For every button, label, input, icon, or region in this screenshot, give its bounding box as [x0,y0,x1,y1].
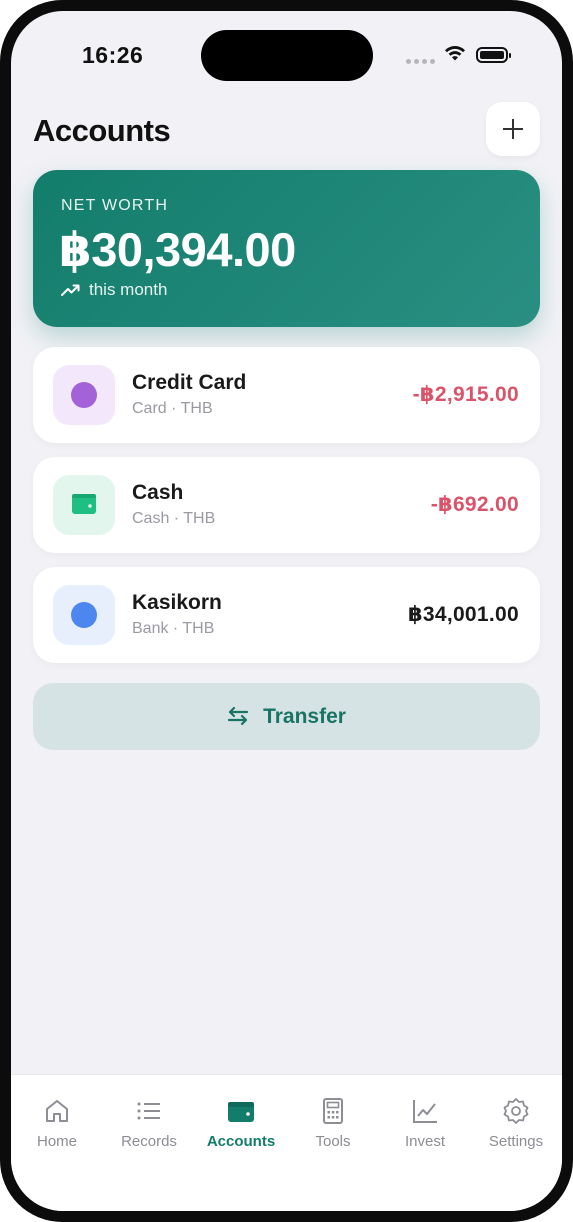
tab-records[interactable]: Records [103,1097,195,1150]
net-worth-trend: this month [61,280,167,300]
wallet-icon [72,494,96,514]
tab-invest[interactable]: Invest [379,1097,471,1150]
account-type: Bank · THB [132,620,215,637]
wallet-icon [228,1102,254,1122]
tab-tools[interactable]: Tools [287,1097,379,1150]
tab-label: Accounts [206,1133,276,1150]
account-name: Cash [132,481,184,504]
account-card-credit-card[interactable]: Credit Card Card · THB -฿2,915.00 [33,347,540,443]
swap-arrows-icon [227,706,249,726]
account-balance: -฿2,915.00 [412,383,519,406]
status-time: 16:26 [82,42,144,68]
account-card-kasikorn[interactable]: Kasikorn Bank · THB ฿34,001.00 [33,567,540,663]
calculator-icon [323,1098,343,1124]
status-bar: 16:26 [11,11,562,101]
net-worth-card[interactable]: NET WORTH ฿30,394.00 this month [33,170,540,327]
tab-settings[interactable]: Settings [470,1097,562,1150]
gear-icon [503,1098,529,1124]
account-name: Kasikorn [132,591,222,614]
account-balance: -฿692.00 [430,493,519,516]
account-card-cash[interactable]: Cash Cash · THB -฿692.00 [33,457,540,553]
account-icon-bg [53,365,115,425]
tab-bar: Home Records Accounts Tools Invest Setti… [11,1074,562,1211]
battery-icon [476,47,511,63]
list-icon [137,1102,160,1120]
account-icon-bg [53,585,115,645]
account-type: Card · THB [132,400,213,417]
account-name: Credit Card [132,371,247,394]
wifi-icon [445,45,465,61]
transfer-label: Transfer [263,705,346,728]
tab-label: Settings [488,1133,544,1150]
tab-label: Invest [404,1133,446,1150]
tab-label: Home [36,1133,77,1150]
tab-label: Tools [315,1133,351,1150]
account-balance: ฿34,001.00 [407,603,519,626]
dynamic-island [201,30,373,81]
home-icon [46,1100,68,1122]
add-account-button[interactable] [486,102,540,156]
account-icon-bg [53,475,115,535]
chart-icon [413,1100,437,1123]
tab-accounts[interactable]: Accounts [195,1097,287,1150]
circle-icon [71,602,97,628]
screen: 16:26 Accounts NET WORTH ฿30,394.00 this… [11,11,562,1211]
page-title: Accounts [33,113,171,148]
net-worth-value: ฿30,394.00 [59,223,296,276]
trend-up-icon [61,284,80,296]
signal-icon [406,59,435,65]
phone-frame: 16:26 Accounts NET WORTH ฿30,394.00 this… [0,0,573,1222]
tab-home[interactable]: Home [11,1097,103,1150]
account-type: Cash · THB [132,510,216,527]
transfer-button[interactable]: Transfer [33,683,540,750]
net-worth-label: NET WORTH [61,197,169,214]
tab-label: Records [121,1133,177,1150]
trend-text: this month [89,280,168,299]
circle-icon [71,382,97,408]
